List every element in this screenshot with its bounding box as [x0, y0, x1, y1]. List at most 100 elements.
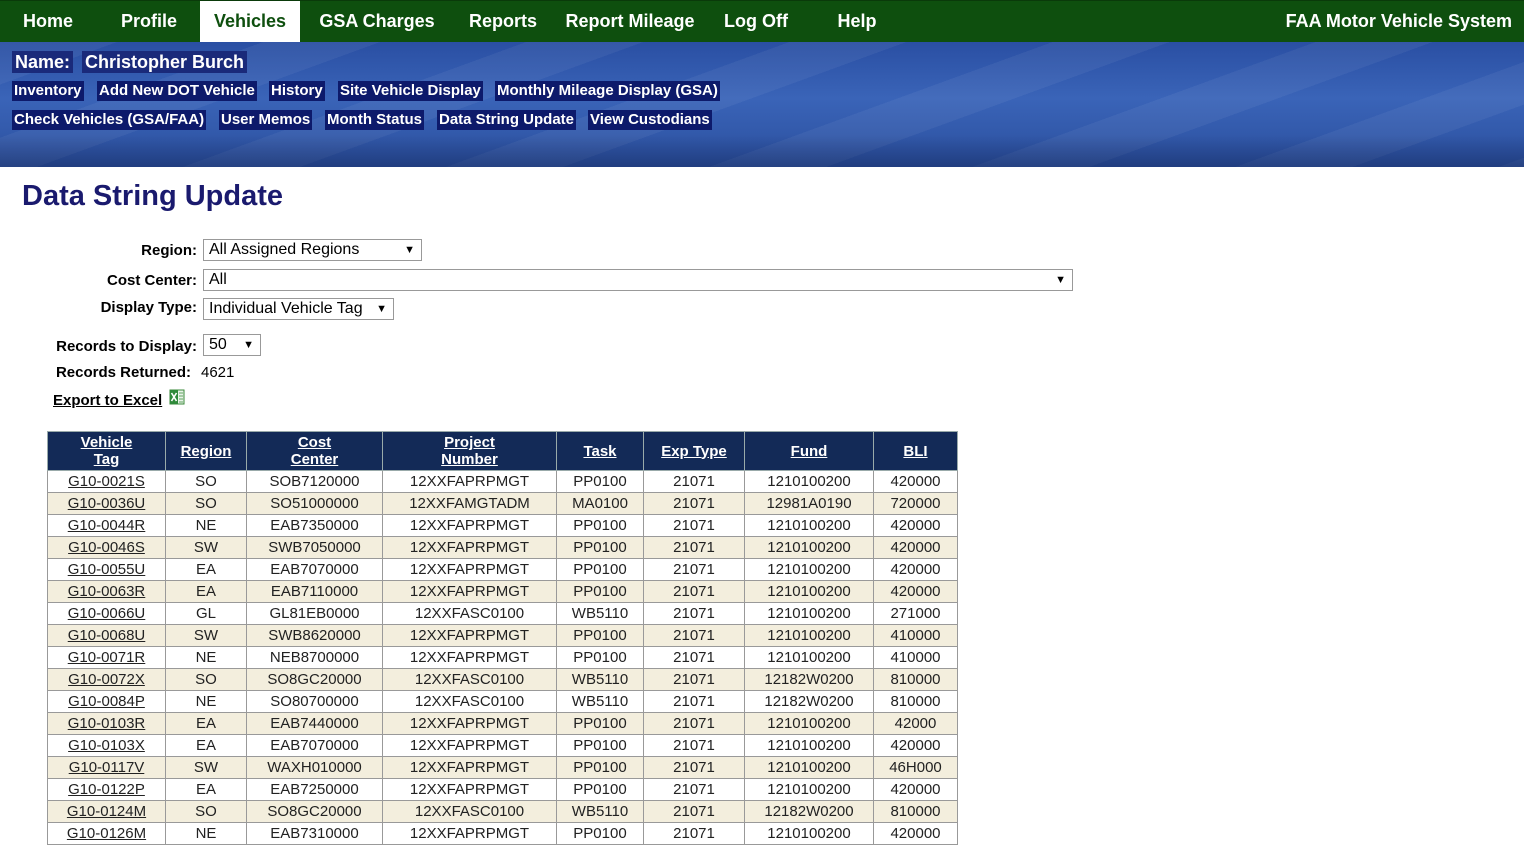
cell-exp-type: 21071: [643, 756, 745, 779]
export-to-excel-link[interactable]: Export to Excel: [53, 392, 162, 409]
cell-vehicle-tag[interactable]: G10-0068U: [47, 624, 166, 647]
cell-vehicle-tag[interactable]: G10-0126M: [47, 822, 166, 845]
cell-vehicle-tag[interactable]: G10-0103R: [47, 712, 166, 735]
cell-cost-center: SOB7120000: [246, 470, 383, 493]
cell-vehicle-tag[interactable]: G10-0036U: [47, 492, 166, 515]
cell-project-number: 12XXFAPRPMGT: [382, 712, 557, 735]
sublink-data-string-update[interactable]: Data String Update: [437, 110, 577, 130]
cell-vehicle-tag[interactable]: G10-0046S: [47, 536, 166, 559]
table-row: G10-0126M NE EAB7310000 12XXFAPRPMGT PP0100 2…: [47, 822, 958, 845]
cell-vehicle-tag[interactable]: G10-0084P: [47, 690, 166, 713]
nav-profile[interactable]: Profile: [111, 1, 187, 43]
sublink-site-vehicle-display[interactable]: Site Vehicle Display: [338, 81, 483, 101]
cost-center-select[interactable]: All ▼: [203, 269, 1073, 291]
cell-cost-center: EAB7440000: [246, 712, 383, 735]
sublink-user-memos[interactable]: User Memos: [219, 110, 313, 130]
cell-fund: 12182W0200: [744, 690, 874, 713]
cost-center-select-value: All: [209, 271, 227, 288]
cell-project-number: 12XXFAPRPMGT: [382, 558, 557, 581]
cell-project-number: 12XXFAPRPMGT: [382, 734, 557, 757]
cell-bli: 420000: [873, 536, 958, 559]
table-row: G10-0122P EA EAB7250000 12XXFAPRPMGT PP0100 2…: [47, 778, 958, 801]
cell-task: WB5110: [556, 602, 644, 625]
cell-project-number: 12XXFAPRPMGT: [382, 580, 557, 603]
col-header-exp-type[interactable]: Exp Type: [643, 431, 745, 471]
cell-vehicle-tag[interactable]: G10-0117V: [47, 756, 166, 779]
cell-task: PP0100: [556, 734, 644, 757]
nav-help[interactable]: Help: [830, 1, 884, 43]
cell-vehicle-tag[interactable]: G10-0124M: [47, 800, 166, 823]
sublink-add-new-dot-vehicle[interactable]: Add New DOT Vehicle: [97, 81, 257, 101]
cell-exp-type: 21071: [643, 668, 745, 691]
cell-region: SW: [165, 624, 247, 647]
cell-vehicle-tag[interactable]: G10-0021S: [47, 470, 166, 493]
cell-vehicle-tag[interactable]: G10-0066U: [47, 602, 166, 625]
col-header-project-number[interactable]: Project Number: [382, 431, 557, 471]
nav-vehicles[interactable]: Vehicles: [200, 1, 300, 43]
page-title: Data String Update: [22, 180, 284, 212]
cell-exp-type: 21071: [643, 690, 745, 713]
col-header-cost-center[interactable]: Cost Center: [246, 431, 383, 471]
cell-exp-type: 21071: [643, 492, 745, 515]
cell-exp-type: 21071: [643, 800, 745, 823]
nav-log-off[interactable]: Log Off: [718, 1, 794, 43]
table-row: G10-0066U GL GL81EB0000 12XXFASC0100 WB5110 2…: [47, 602, 958, 625]
cell-project-number: 12XXFASC0100: [382, 690, 557, 713]
sublink-check-vehicles[interactable]: Check Vehicles (GSA/FAA): [12, 110, 207, 130]
region-select[interactable]: All Assigned Regions ▼: [203, 239, 422, 261]
cell-region: EA: [165, 712, 247, 735]
sublink-inventory[interactable]: Inventory: [12, 81, 84, 101]
vehicles-table: Vehicle Tag Region Cost Center Project Numb…: [47, 431, 958, 845]
cell-project-number: 12XXFASC0100: [382, 800, 557, 823]
cell-cost-center: SO8GC20000: [246, 800, 383, 823]
nav-home[interactable]: Home: [12, 1, 84, 43]
cell-region: NE: [165, 822, 247, 845]
records-to-display-label: Records to Display:: [56, 338, 197, 355]
cell-fund: 1210100200: [744, 536, 874, 559]
cell-fund: 1210100200: [744, 602, 874, 625]
cell-vehicle-tag[interactable]: G10-0103X: [47, 734, 166, 757]
cell-project-number: 12XXFAPRPMGT: [382, 536, 557, 559]
cell-vehicle-tag[interactable]: G10-0044R: [47, 514, 166, 537]
cell-vehicle-tag[interactable]: G10-0122P: [47, 778, 166, 801]
cell-vehicle-tag[interactable]: G10-0063R: [47, 580, 166, 603]
table-row: G10-0055U EA EAB7070000 12XXFAPRPMGT PP0100 2…: [47, 558, 958, 581]
cell-fund: 12182W0200: [744, 668, 874, 691]
cell-region: NE: [165, 646, 247, 669]
table-row: G10-0071R NE NEB8700000 12XXFAPRPMGT PP0100 2…: [47, 646, 958, 669]
table-row: G10-0072X SO SO8GC20000 12XXFASC0100 WB5110 2…: [47, 668, 958, 691]
cell-cost-center: SWB8620000: [246, 624, 383, 647]
cell-bli: 420000: [873, 470, 958, 493]
cell-fund: 1210100200: [744, 646, 874, 669]
cell-bli: 410000: [873, 646, 958, 669]
cell-vehicle-tag[interactable]: G10-0055U: [47, 558, 166, 581]
top-nav: Home Profile Vehicles GSA Charges Report…: [0, 0, 1524, 43]
records-to-display-select[interactable]: 50 ▼: [203, 334, 261, 356]
col-header-task[interactable]: Task: [556, 431, 644, 471]
excel-icon[interactable]: [169, 389, 185, 405]
cell-cost-center: NEB8700000: [246, 646, 383, 669]
cell-task: PP0100: [556, 624, 644, 647]
col-header-vehicle-tag[interactable]: Vehicle Tag: [47, 431, 166, 471]
cell-fund: 1210100200: [744, 756, 874, 779]
cell-bli: 420000: [873, 514, 958, 537]
cell-task: PP0100: [556, 536, 644, 559]
cell-cost-center: GL81EB0000: [246, 602, 383, 625]
nav-gsa-charges[interactable]: GSA Charges: [314, 1, 440, 43]
nav-reports[interactable]: Reports: [464, 1, 542, 43]
table-row: G10-0124M SO SO8GC20000 12XXFASC0100 WB5110 2…: [47, 800, 958, 823]
sublink-monthly-mileage-display[interactable]: Monthly Mileage Display (GSA): [495, 81, 720, 101]
sublink-month-status[interactable]: Month Status: [325, 110, 424, 130]
cell-task: WB5110: [556, 668, 644, 691]
cell-vehicle-tag[interactable]: G10-0071R: [47, 646, 166, 669]
sublink-view-custodians[interactable]: View Custodians: [588, 110, 712, 130]
col-header-fund[interactable]: Fund: [744, 431, 874, 471]
cell-cost-center: EAB7110000: [246, 580, 383, 603]
sublink-history[interactable]: History: [269, 81, 325, 101]
cell-cost-center: SO8GC20000: [246, 668, 383, 691]
nav-report-mileage[interactable]: Report Mileage: [562, 1, 698, 43]
col-header-bli[interactable]: BLI: [873, 431, 958, 471]
col-header-region[interactable]: Region: [165, 431, 247, 471]
display-type-select[interactable]: Individual Vehicle Tag ▼: [203, 298, 394, 320]
cell-vehicle-tag[interactable]: G10-0072X: [47, 668, 166, 691]
